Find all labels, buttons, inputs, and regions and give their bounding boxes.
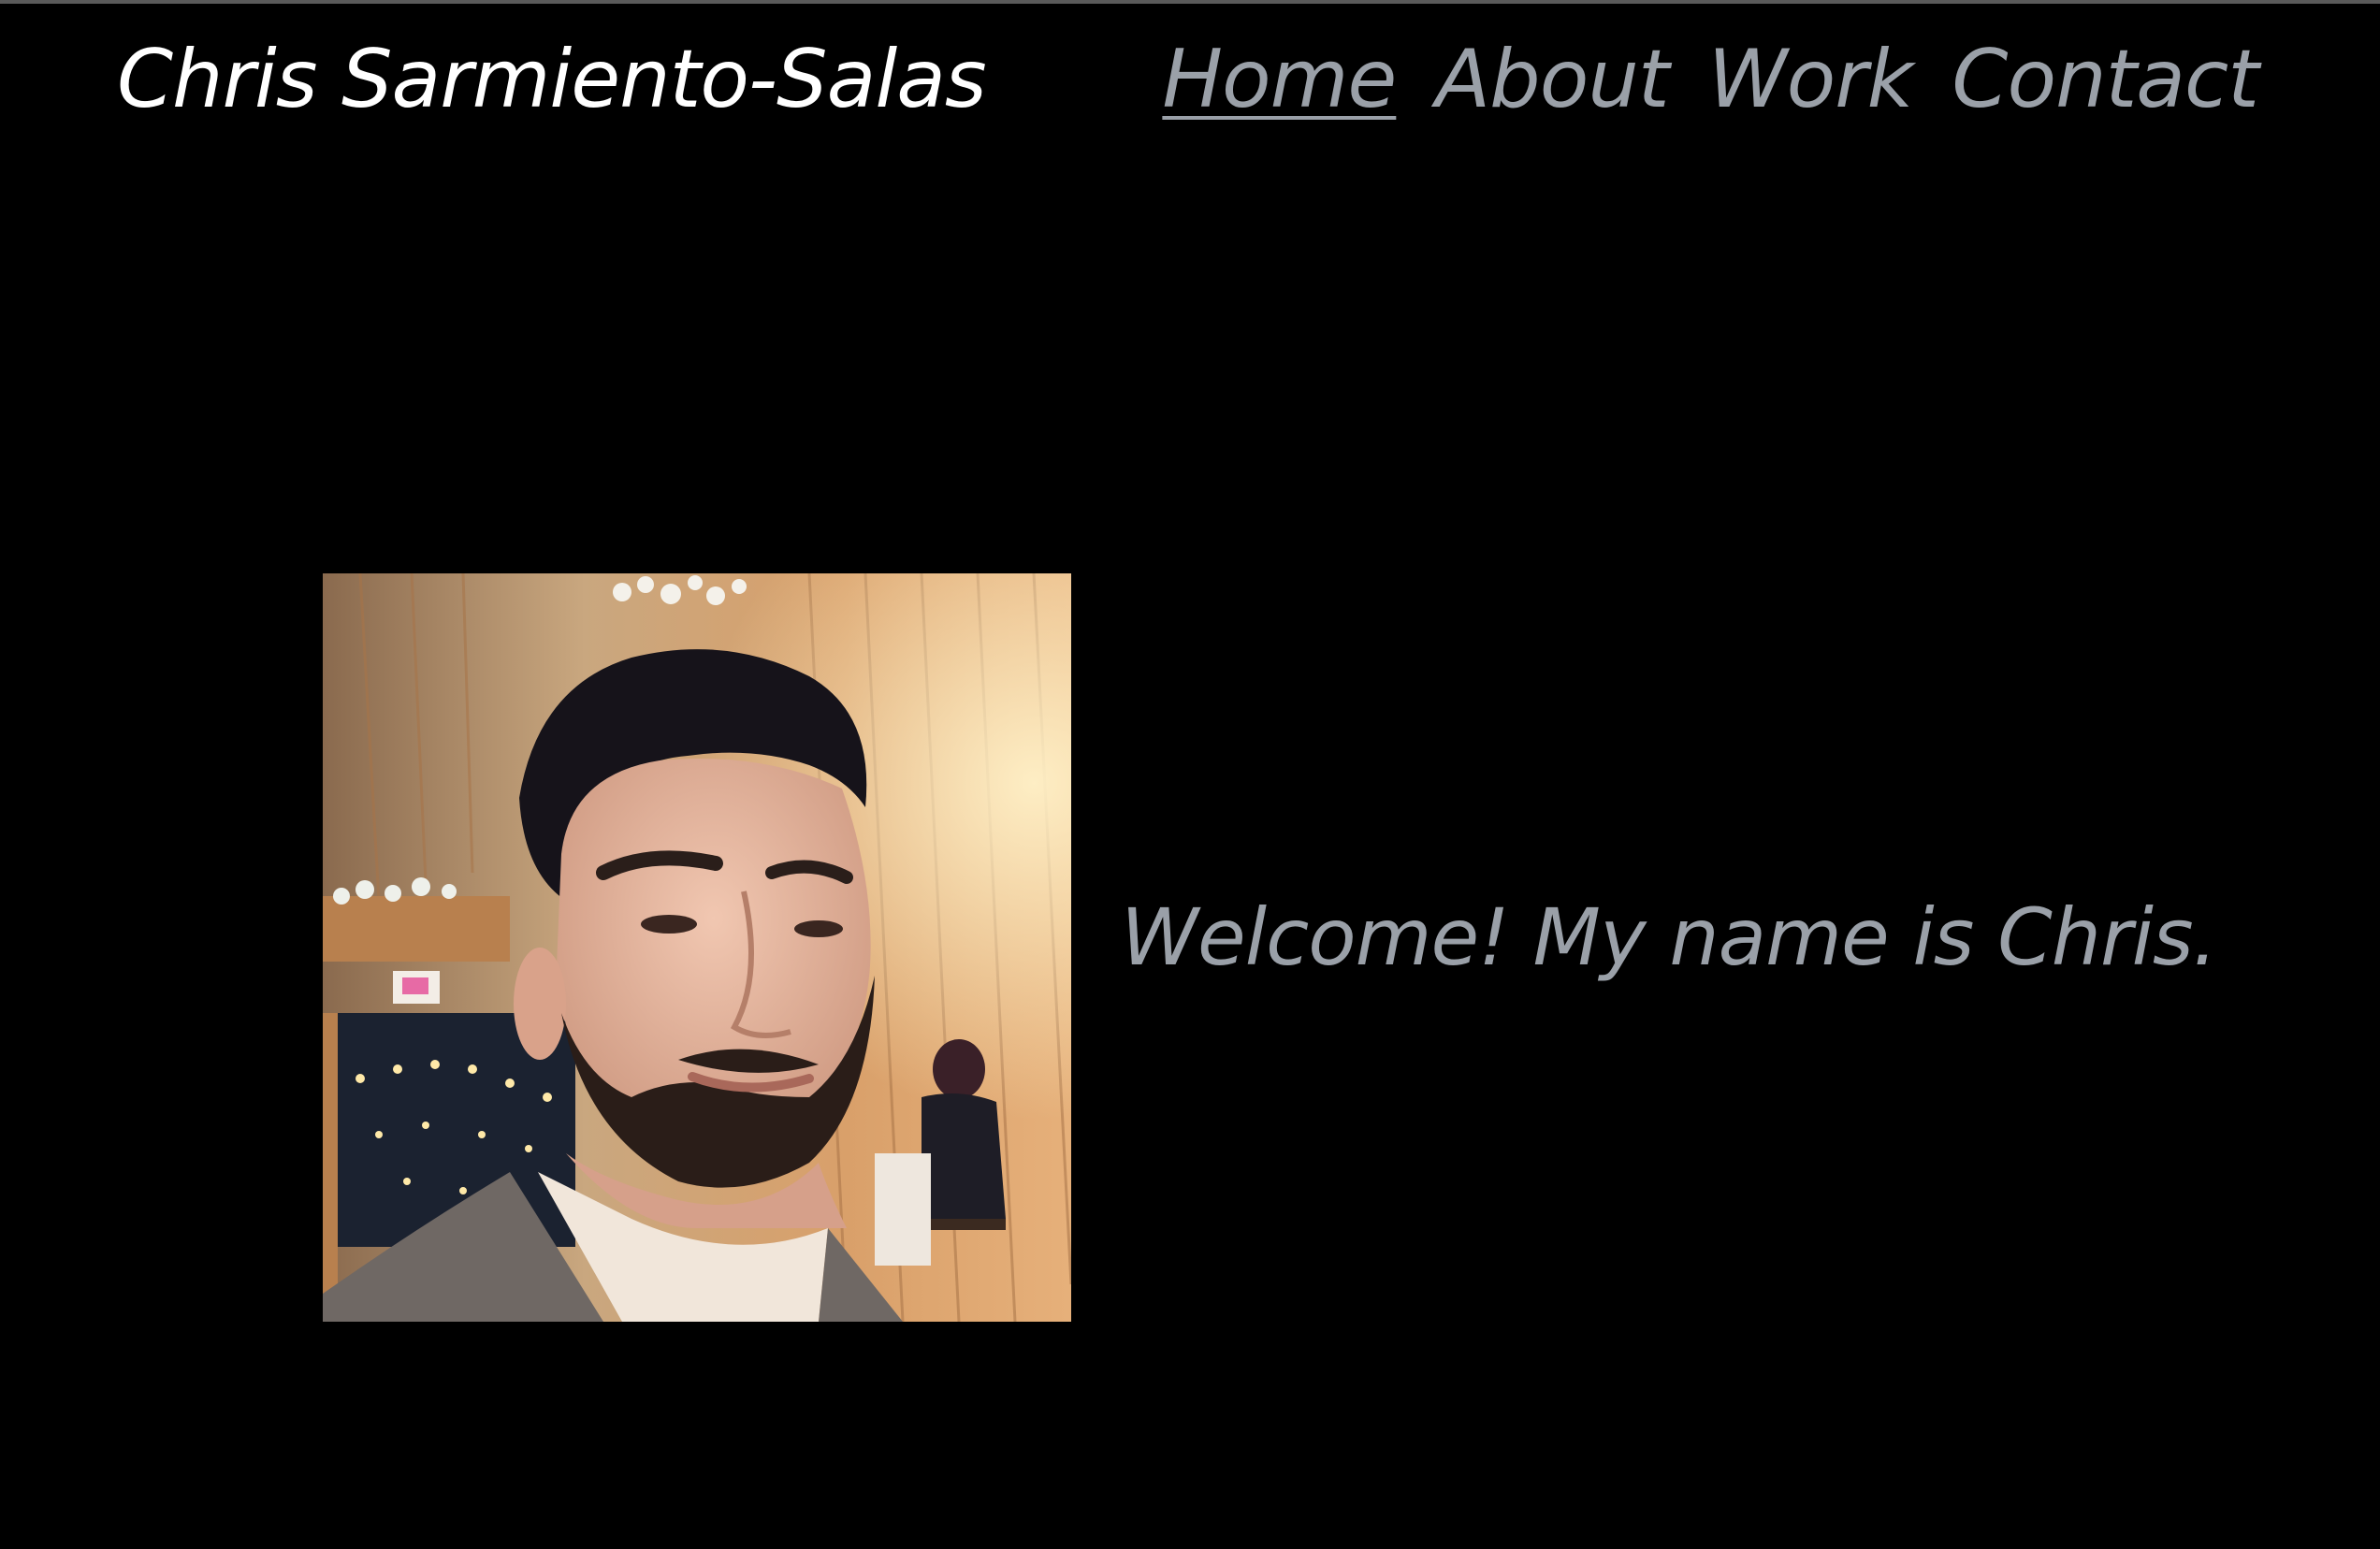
nav-home-link[interactable]: Home <box>1162 39 1397 120</box>
nav-work-link[interactable]: Work <box>1708 39 1914 120</box>
site-header: Chris Sarmiento-Salas Home About Work Co… <box>0 4 2380 163</box>
profile-photo <box>323 573 1071 1322</box>
main-nav: Home About Work Contact <box>1162 39 2259 120</box>
site-brand[interactable]: Chris Sarmiento-Salas <box>117 39 987 120</box>
welcome-heading: Welcome! My name is Chris. <box>1121 891 2217 983</box>
nav-about-link[interactable]: About <box>1435 39 1669 120</box>
nav-contact-link[interactable]: Contact <box>1952 39 2259 120</box>
